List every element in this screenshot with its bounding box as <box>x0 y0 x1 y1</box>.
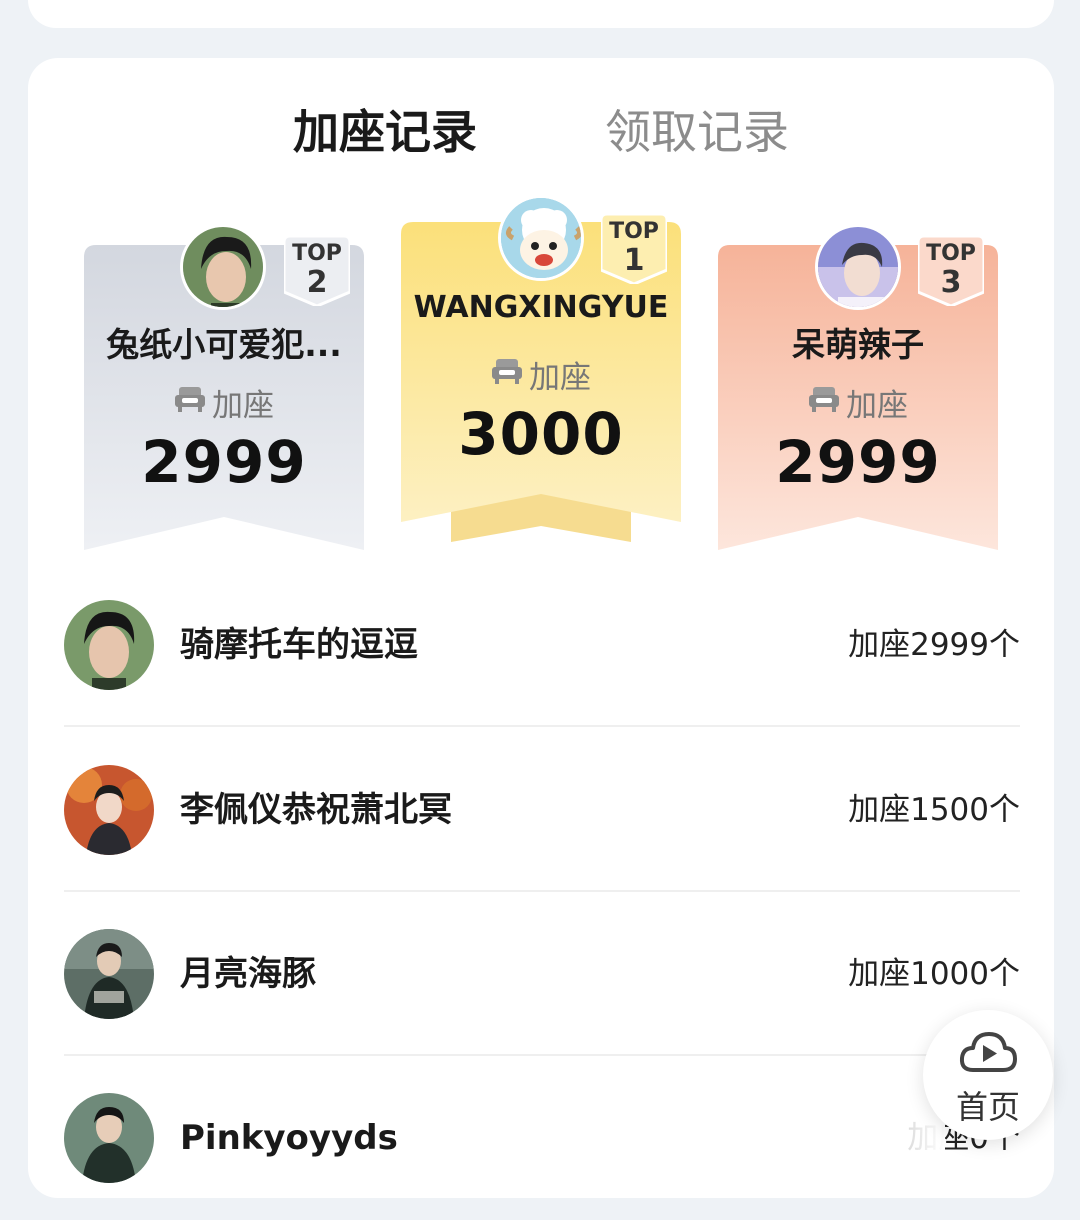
tab-claim-records[interactable]: 领取记录 <box>605 102 789 162</box>
avatar-rank-3[interactable] <box>815 224 901 310</box>
top-1-badge: TOP 1 <box>601 214 667 284</box>
avatar[interactable] <box>64 1093 154 1183</box>
list-item-count: 加座1000个 <box>848 956 1020 992</box>
list-item[interactable]: 骑摩托车的逗逗 加座2999个 <box>64 563 1020 727</box>
avatar-rank-2[interactable] <box>180 224 266 310</box>
tab-add-seat-records[interactable]: 加座记录 <box>293 102 477 162</box>
avatar[interactable] <box>64 600 154 690</box>
top-card <box>28 0 1054 28</box>
rank-3-name: 呆萌辣子 <box>792 325 924 364</box>
rank-2-count: 2999 <box>141 428 307 496</box>
home-label: 首页 <box>955 1088 1020 1126</box>
rank-2-name: 兔纸小可爱犯... <box>106 325 342 364</box>
list-item-name: 骑摩托车的逗逗 <box>180 625 418 665</box>
rank-3-count: 2999 <box>775 428 941 496</box>
rank-1-name: WANGXINGYUE <box>413 290 669 325</box>
top-2-badge: TOP 2 <box>284 236 350 306</box>
cloud-play-icon <box>959 1030 1017 1080</box>
list-item[interactable]: 李佩仪恭祝萧北冥 加座1500个 <box>64 728 1020 892</box>
sofa-icon <box>491 357 523 393</box>
sofa-icon <box>174 385 206 421</box>
avatar-rank-1[interactable] <box>498 195 584 281</box>
avatar[interactable] <box>64 929 154 1019</box>
sofa-icon <box>808 385 840 421</box>
rank-3-label: 加座 <box>718 380 998 425</box>
avatar[interactable] <box>64 765 154 855</box>
list-item-name: Pinkyoyyds <box>180 1118 398 1158</box>
list-item-name: 月亮海豚 <box>180 954 316 994</box>
rank-2-label: 加座 <box>84 380 364 425</box>
list-item-count: 加座2999个 <box>848 627 1020 663</box>
list-item[interactable]: 月亮海豚 加座1000个 <box>64 892 1020 1056</box>
rank-1-label: 加座 <box>401 352 681 397</box>
top-3-badge: TOP 3 <box>918 236 984 306</box>
list-item-name: 李佩仪恭祝萧北冥 <box>180 790 452 830</box>
divider <box>64 725 1020 727</box>
rank-1-count: 3000 <box>458 400 624 468</box>
list-item-count: 加座1500个 <box>848 792 1020 828</box>
home-float-button[interactable]: 首页 <box>923 1010 1053 1140</box>
